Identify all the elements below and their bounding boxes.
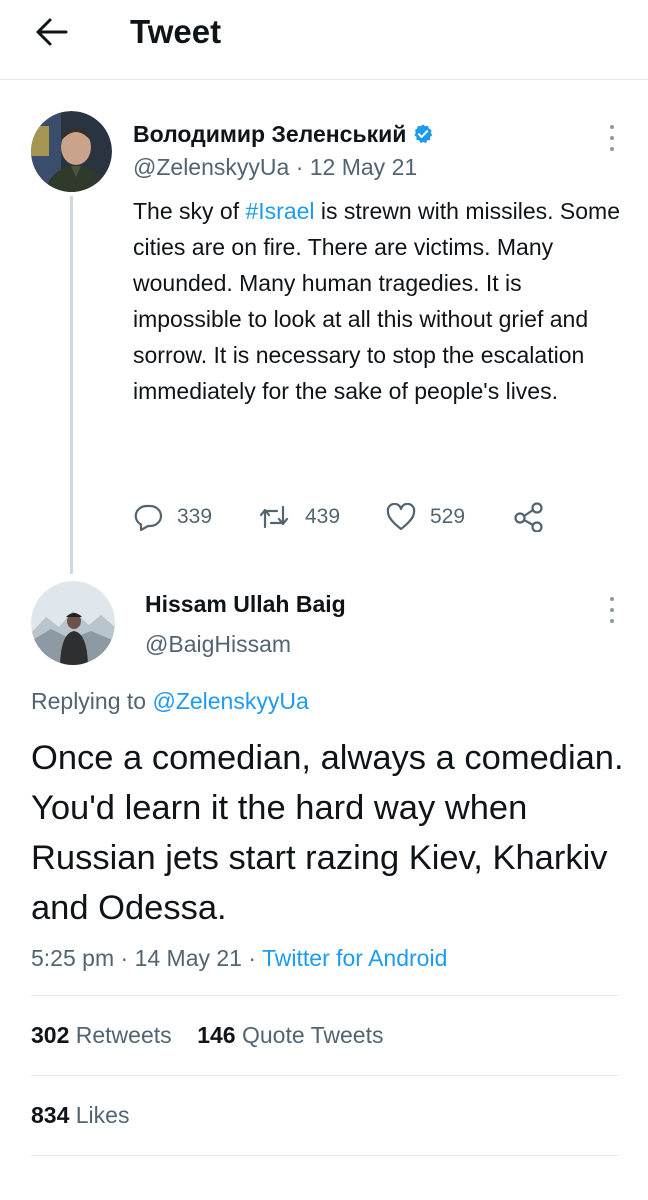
retweets-count: 302 <box>31 1022 70 1048</box>
tweet-source-link[interactable]: Twitter for Android <box>262 945 447 971</box>
page-title: Tweet <box>130 13 222 50</box>
divider <box>31 995 619 996</box>
hashtag-link[interactable]: #Israel <box>245 198 314 224</box>
tweet-date[interactable]: 14 May 21 <box>135 945 242 971</box>
thread-line <box>70 196 73 574</box>
tweet-time[interactable]: 5:25 pm <box>31 945 114 971</box>
quote-tweets-label: Quote Tweets <box>241 1022 384 1048</box>
retweet-button[interactable]: 439 <box>257 497 340 537</box>
reply-button[interactable]: 339 <box>133 497 212 537</box>
author-handle[interactable]: @BaigHissam <box>145 630 291 658</box>
likes-count: 834 <box>31 1102 70 1128</box>
quote-tweets-count: 146 <box>197 1022 236 1048</box>
dot-icon <box>610 597 614 601</box>
share-icon <box>514 502 543 532</box>
verified-badge-icon <box>412 123 434 145</box>
tweet-meta: 5:25 pm · 14 May 21 · Twitter for Androi… <box>31 942 447 974</box>
avatar[interactable] <box>31 111 112 192</box>
tweet-text-part: The sky of <box>133 198 246 224</box>
quote-tweets-stat[interactable]: 146 Quote Tweets <box>197 1022 383 1048</box>
app-header: Tweet <box>0 0 648 80</box>
likes-stats: 834 Likes <box>31 1100 129 1130</box>
reply-count: 339 <box>177 505 213 528</box>
dot-icon <box>610 619 614 623</box>
replying-to: Replying to @ZelenskyyUa <box>31 686 309 716</box>
author-name[interactable]: Hissam Ullah Baig <box>145 590 346 618</box>
heart-icon <box>386 503 416 531</box>
avatar[interactable] <box>31 581 115 665</box>
parent-tweet-text: The sky of #Israel is strewn with missil… <box>133 193 633 409</box>
retweets-label: Retweets <box>75 1022 172 1048</box>
separator: · <box>248 945 262 971</box>
dot-icon <box>610 125 614 129</box>
dot-icon <box>610 147 614 151</box>
dot-icon <box>610 608 614 612</box>
like-button[interactable]: 529 <box>386 497 465 537</box>
tweet-text-part: is strewn with missiles. Some cities are… <box>133 198 620 404</box>
likes-stat[interactable]: 834 Likes <box>31 1102 129 1128</box>
like-count: 529 <box>430 505 466 528</box>
retweet-icon <box>259 505 289 529</box>
engagement-stats: 302 Retweets 146 Quote Tweets <box>31 1020 383 1050</box>
separator: · <box>295 154 310 180</box>
more-options-button[interactable] <box>602 125 622 151</box>
replying-label: Replying to <box>31 688 147 714</box>
reply-icon <box>134 504 163 531</box>
dot-icon <box>610 136 614 140</box>
main-tweet-text: Once a comedian, always a comedian. You'… <box>31 739 624 927</box>
parent-handle-date: @ZelenskyyUa · 12 May 21 <box>133 153 417 181</box>
separator: · <box>120 945 135 971</box>
tweet-date[interactable]: 12 May 21 <box>310 154 417 180</box>
arrow-left-icon <box>36 18 68 46</box>
divider <box>31 1075 619 1076</box>
tweet-actions: 339 439 529 <box>133 497 573 537</box>
share-button[interactable] <box>513 497 545 537</box>
likes-label: Likes <box>75 1102 130 1128</box>
mention-link[interactable]: @ZelenskyyUa <box>152 688 308 714</box>
more-options-button[interactable] <box>602 597 622 623</box>
retweets-stat[interactable]: 302 Retweets <box>31 1022 172 1048</box>
retweet-count: 439 <box>305 505 341 528</box>
back-button[interactable] <box>26 12 78 52</box>
parent-author-name[interactable]: Володимир Зеленський <box>133 120 434 148</box>
divider <box>31 1155 619 1156</box>
display-name: Володимир Зеленський <box>133 121 407 147</box>
handle[interactable]: @ZelenskyyUa <box>133 154 289 180</box>
